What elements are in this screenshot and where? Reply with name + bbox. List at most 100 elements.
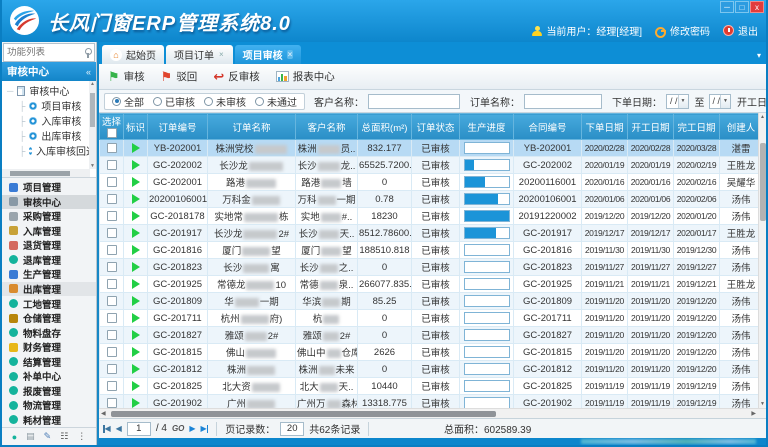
- row-checkbox[interactable]: [107, 330, 117, 340]
- row-checkbox[interactable]: [107, 211, 117, 221]
- sidebar-module[interactable]: 工地管理: [2, 296, 96, 311]
- table-row[interactable]: YB-202001株洲党校株洲员..832.177已审核YB-202001202…: [100, 140, 763, 157]
- table-row[interactable]: GC-201827雅颂2#雅颂2#0已审核GC-2018272019/11/20…: [100, 327, 763, 344]
- column-header[interactable]: 开工日期: [628, 114, 674, 140]
- scrollbar-thumb[interactable]: [760, 143, 766, 221]
- row-checkbox[interactable]: [107, 398, 117, 408]
- change-password-button[interactable]: 修改密码: [655, 23, 710, 38]
- row-checkbox[interactable]: [107, 279, 117, 289]
- maximize-button[interactable]: □: [735, 1, 749, 13]
- row-checkbox[interactable]: [107, 228, 117, 238]
- table-row[interactable]: GC-202001路港路港墙0已审核202001160012020/01/162…: [100, 174, 763, 191]
- tree-root[interactable]: ─ 审核中心: [2, 83, 96, 98]
- sidebar-module[interactable]: 审核中心: [2, 195, 96, 210]
- column-header[interactable]: 标识: [124, 114, 148, 140]
- row-checkbox[interactable]: [107, 347, 117, 357]
- prev-page-button[interactable]: ◀: [116, 424, 122, 433]
- sidebar-module[interactable]: 结算管理: [2, 354, 96, 369]
- page-number-input[interactable]: [127, 422, 151, 436]
- report-center-button[interactable]: 报表中心: [276, 69, 335, 84]
- status-radio[interactable]: 全部: [112, 94, 144, 109]
- tab-close-icon[interactable]: ×: [218, 50, 225, 59]
- sidebar-module[interactable]: 物料盘存: [2, 325, 96, 340]
- more-icon[interactable]: ⋮: [77, 431, 86, 442]
- row-checkbox[interactable]: [107, 177, 117, 187]
- sidebar-module[interactable]: 采购管理: [2, 209, 96, 224]
- sidebar-module[interactable]: 生产管理: [2, 267, 96, 282]
- scrollbar-thumb[interactable]: [111, 411, 496, 417]
- order-date-end-input[interactable]: / / ▼: [709, 94, 732, 109]
- row-checkbox[interactable]: [107, 194, 117, 204]
- sidebar-module[interactable]: 耗材管理: [2, 413, 96, 428]
- table-row[interactable]: GC-201711杭州府)杭0已审核GC-2017112019/11/20201…: [100, 310, 763, 327]
- table-row[interactable]: GC-2018178实地常栋实地#..18230已审核2019122000220…: [100, 208, 763, 225]
- tree-item[interactable]: ├入库审核回退: [2, 143, 96, 158]
- table-row[interactable]: GC-201917长沙龙2#长沙天..8512.78600..已审核GC-201…: [100, 225, 763, 242]
- first-page-button[interactable]: ◀: [103, 424, 111, 433]
- column-header[interactable]: 完工日期: [674, 114, 720, 140]
- table-row[interactable]: GC-201823长沙寓长沙之..0已审核GC-2018232019/11/27…: [100, 259, 763, 276]
- customer-name-input[interactable]: [368, 94, 460, 109]
- go-button[interactable]: GO: [172, 424, 184, 433]
- sidebar-module[interactable]: 退货管理: [2, 238, 96, 253]
- tree-item[interactable]: ├入库审核: [2, 113, 96, 128]
- table-horizontal-scrollbar[interactable]: ◀ ▶: [99, 408, 766, 418]
- status-radio[interactable]: 未通过: [255, 94, 297, 109]
- scroll-up-icon[interactable]: ▲: [89, 81, 96, 87]
- unapprove-button[interactable]: ↩反审核: [213, 69, 259, 84]
- close-button[interactable]: x: [750, 1, 764, 13]
- tab-close-icon[interactable]: ×: [287, 50, 294, 59]
- table-row[interactable]: GC-201815佛山佛山中仓库2626已审核GC-2018152019/11/…: [100, 344, 763, 361]
- tab-item[interactable]: ⌂起始页: [102, 45, 164, 64]
- column-header[interactable]: 生产进度: [460, 114, 514, 140]
- status-radio[interactable]: 已审核: [153, 94, 195, 109]
- column-header[interactable]: 订单编号: [148, 114, 208, 140]
- tree-item[interactable]: ├项目审核: [2, 98, 96, 113]
- table-row[interactable]: GC-201812株洲株洲未来0已审核GC-2018122019/11/2020…: [100, 361, 763, 378]
- tree-vertical-scrollbar[interactable]: ▲ ▼: [89, 81, 96, 169]
- page-size-input[interactable]: [280, 422, 304, 436]
- column-header[interactable]: 选择: [100, 114, 124, 140]
- table-vertical-scrollbar[interactable]: ▲ ▼: [758, 113, 766, 408]
- reject-button[interactable]: ⚑驳回: [161, 69, 198, 84]
- tree-item[interactable]: ├出库审核: [2, 128, 96, 143]
- row-checkbox[interactable]: [107, 313, 117, 323]
- dot-icon[interactable]: ●: [12, 432, 17, 442]
- scroll-up-icon[interactable]: ▲: [759, 114, 766, 120]
- sidebar-module[interactable]: 出库管理: [2, 282, 96, 297]
- row-checkbox[interactable]: [107, 381, 117, 391]
- table-row[interactable]: GC-201825北大资北大天..10440已审核GC-2018252019/1…: [100, 378, 763, 395]
- tab-item[interactable]: 项目订单×: [166, 45, 233, 64]
- sidebar-module[interactable]: 补单中心: [2, 369, 96, 384]
- scrollbar-thumb[interactable]: [10, 171, 70, 176]
- chevron-down-icon[interactable]: ▼: [720, 95, 730, 108]
- order-name-input[interactable]: [524, 94, 602, 109]
- table-row[interactable]: GC-202002长沙龙长沙龙..65525.7200..已审核GC-20200…: [100, 157, 763, 174]
- sidebar-module[interactable]: 仓储管理: [2, 311, 96, 326]
- minimize-button[interactable]: －: [720, 1, 734, 13]
- table-row[interactable]: GC-201902广州广州万森林13318.775已审核GC-201902201…: [100, 395, 763, 409]
- scrollbar-thumb[interactable]: [90, 93, 95, 127]
- column-header[interactable]: 合同编号: [514, 114, 582, 140]
- column-header[interactable]: 订单名称: [208, 114, 296, 140]
- tree-horizontal-scrollbar[interactable]: [2, 169, 90, 177]
- row-checkbox[interactable]: [107, 245, 117, 255]
- table-row[interactable]: GC-201925常德龙10常德泉..266077.835..已审核GC-201…: [100, 276, 763, 293]
- row-checkbox[interactable]: [107, 296, 117, 306]
- sidebar-module[interactable]: 物流管理: [2, 398, 96, 413]
- column-header[interactable]: 下单日期: [582, 114, 628, 140]
- sidebar-module[interactable]: 项目管理: [2, 180, 96, 195]
- person-icon[interactable]: ☷: [60, 431, 68, 442]
- tab-active[interactable]: 项目审核×: [235, 45, 302, 64]
- table-row[interactable]: GC-201809华一期华滨期85.25已审核GC-2018092019/11/…: [100, 293, 763, 310]
- collapse-icon[interactable]: «: [86, 67, 91, 77]
- scroll-left-icon[interactable]: ◀: [101, 410, 106, 417]
- pin-icon[interactable]: [84, 48, 91, 58]
- scroll-down-icon[interactable]: ▼: [759, 401, 766, 407]
- logout-button[interactable]: 退出: [723, 23, 758, 38]
- next-page-button[interactable]: ▶: [189, 424, 195, 433]
- scroll-down-icon[interactable]: ▼: [89, 163, 96, 169]
- sidebar-module[interactable]: 报废管理: [2, 383, 96, 398]
- scroll-right-icon[interactable]: ▶: [751, 410, 756, 417]
- tab-overflow-caret-icon[interactable]: ▾: [757, 51, 761, 60]
